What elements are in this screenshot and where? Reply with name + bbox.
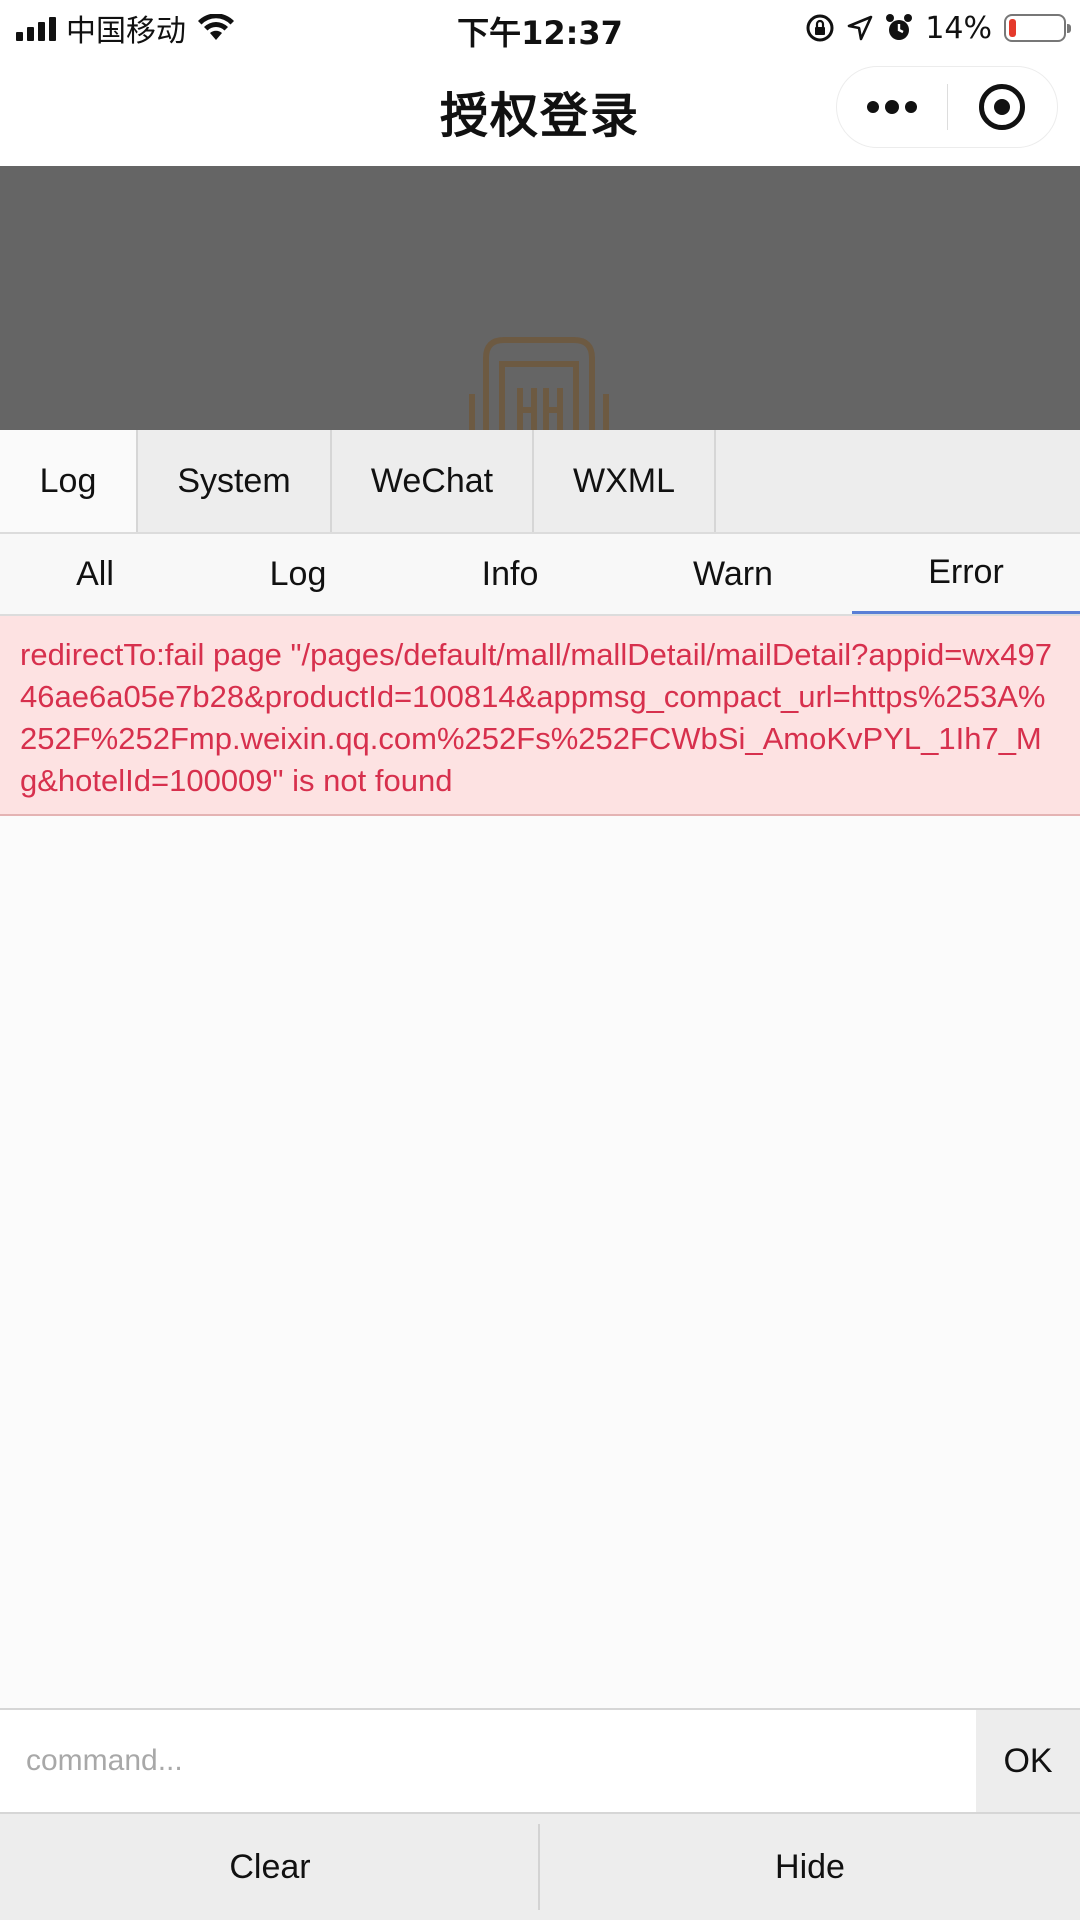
close-miniprogram-icon[interactable] xyxy=(948,67,1058,147)
filter-log[interactable]: Log xyxy=(210,534,386,614)
alarm-icon xyxy=(886,14,913,40)
filter-info[interactable]: Info xyxy=(420,534,600,614)
more-dots-icon[interactable] xyxy=(837,67,947,147)
log-level-tabs: All Log Info Warn Error xyxy=(0,534,1080,616)
filter-all[interactable]: All xyxy=(0,534,190,614)
bottom-divider xyxy=(538,1824,540,1910)
status-right: 14% xyxy=(805,8,1071,48)
page-overlay xyxy=(0,166,1080,430)
filter-error[interactable]: Error xyxy=(852,534,1080,614)
filter-warn[interactable]: Warn xyxy=(642,534,824,614)
battery-icon xyxy=(1004,14,1071,42)
command-input[interactable] xyxy=(0,1710,976,1812)
location-icon xyxy=(848,15,873,41)
menu-capsule xyxy=(836,66,1058,148)
console-bottom-bar: Clear Hide xyxy=(0,1814,1080,1920)
tab-log[interactable]: Log xyxy=(0,430,138,532)
hotel-logo-icon xyxy=(469,337,609,430)
clear-button[interactable]: Clear xyxy=(0,1814,540,1920)
ok-button[interactable]: OK xyxy=(976,1710,1080,1812)
tab-system[interactable]: System xyxy=(138,430,332,532)
tab-wechat[interactable]: WeChat xyxy=(332,430,534,532)
hide-button[interactable]: Hide xyxy=(540,1814,1080,1920)
debug-console: Log System WeChat WXML All Log Info Warn… xyxy=(0,430,1080,1920)
error-message: redirectTo:fail page "/pages/default/mal… xyxy=(20,637,1052,798)
command-bar: OK xyxy=(0,1708,1080,1814)
status-bar: 中国移动 下午12:37 14% xyxy=(0,0,1080,54)
tab-wxml[interactable]: WXML xyxy=(534,430,716,532)
orientation-lock-icon xyxy=(806,14,834,42)
log-entry-error: redirectTo:fail page "/pages/default/mal… xyxy=(0,616,1080,816)
battery-level xyxy=(1009,19,1017,37)
battery-percent: 14% xyxy=(925,10,992,46)
console-main-tabs: Log System WeChat WXML xyxy=(0,430,1080,534)
nav-bar: 授权登录 xyxy=(0,54,1080,166)
